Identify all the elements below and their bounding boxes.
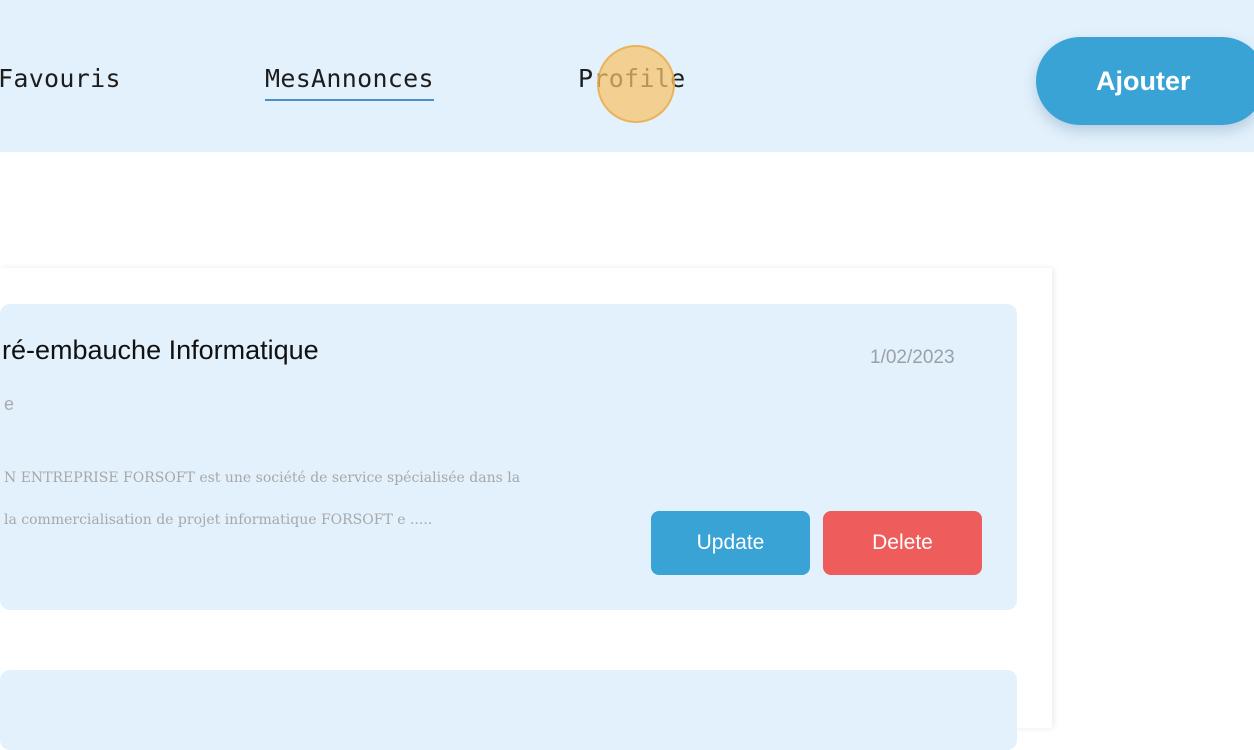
add-button[interactable]: Ajouter xyxy=(1036,37,1254,125)
nav-link-mesannonces[interactable]: MesAnnonces xyxy=(265,64,434,101)
annonce-description-line: la commercialisation de projet informati… xyxy=(4,512,433,528)
annonce-description-line: N ENTREPRISE FORSOFT est une société de … xyxy=(4,470,521,486)
annonce-date: 1/02/2023 xyxy=(870,347,955,368)
update-button[interactable]: Update xyxy=(651,511,810,575)
annonce-card-next xyxy=(0,670,1017,750)
delete-button[interactable]: Delete xyxy=(823,511,982,575)
annonce-title: ré-embauche Informatique xyxy=(2,335,319,365)
top-navbar: Favouris MesAnnonces Profile Ajouter xyxy=(0,0,1254,152)
nav-link-favouris[interactable]: Favouris xyxy=(0,64,121,93)
nav-link-profile[interactable]: Profile xyxy=(578,64,685,93)
annonce-subtitle: e xyxy=(4,394,15,414)
